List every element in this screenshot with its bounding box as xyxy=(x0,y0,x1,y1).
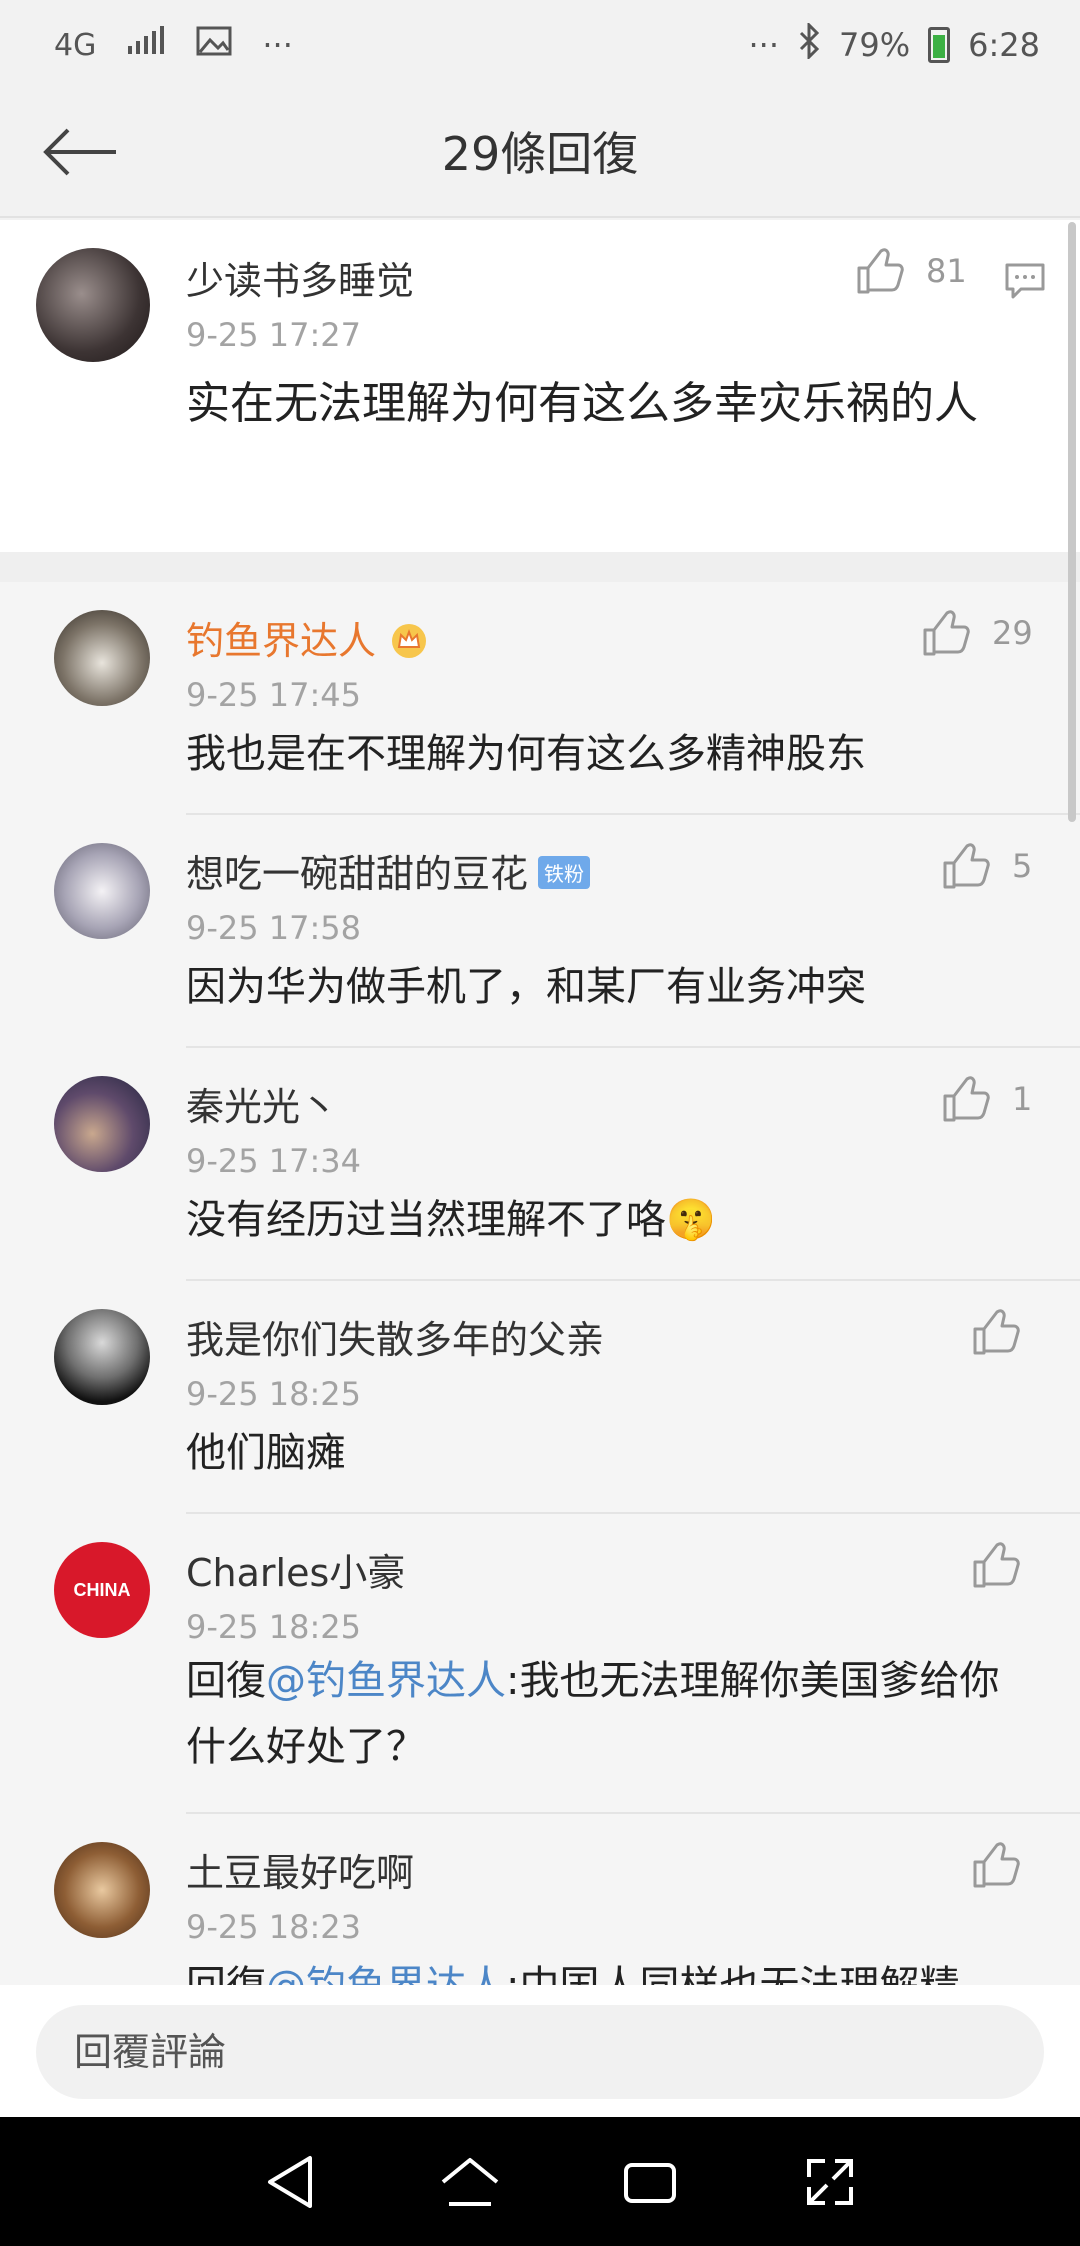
list-item[interactable]: 土豆最好吃啊 9-25 18:23 回復@钓鱼界达人:中国人同样也无法理解精 xyxy=(0,1814,1080,1985)
reply-time: 9-25 18:25 xyxy=(186,1608,362,1646)
nav-recents-button[interactable] xyxy=(605,2137,695,2227)
reply-text: 回復@钓鱼界达人:中国人同样也无法理解精 xyxy=(186,1948,1026,1985)
reply-prefix: 回復 xyxy=(186,1963,266,1985)
list-item[interactable]: CHINA Charles小豪 9-25 18:25 回復@钓鱼界达人:我也无法… xyxy=(0,1514,1080,1814)
more-status-icon: ··· xyxy=(748,26,780,64)
reply-text: 没有经历过当然理解不了咯🤫 xyxy=(186,1197,716,1243)
battery-icon xyxy=(928,27,951,63)
bluetooth-icon xyxy=(797,21,821,67)
system-nav-bar xyxy=(0,2117,1080,2246)
avatar[interactable] xyxy=(54,843,150,939)
reply-time: 9-25 18:25 xyxy=(186,1375,362,1413)
more-notifications-icon: ··· xyxy=(262,26,293,64)
reply-username[interactable]: 秦光光丶 xyxy=(186,1076,338,1131)
reply-list: 钓鱼界达人 9-25 17:45 我也是在不理解为何有这么多精神股东 29 想吃… xyxy=(0,582,1080,1985)
reply-body: :中国人同样也无法理解精 xyxy=(506,1963,959,1985)
reply-text: 我也是在不理解为何有这么多精神股东 xyxy=(186,731,866,777)
section-divider xyxy=(0,552,1080,582)
reply-text: 他们脑瘫 xyxy=(186,1430,346,1476)
thumbs-up-icon xyxy=(922,610,970,656)
main-comment: 少读书多睡觉 9-25 17:27 实在无法理解为何有这么多幸灾乐祸的人 81 xyxy=(0,220,1080,552)
thumbs-up-icon xyxy=(942,843,990,889)
network-indicator: 4G xyxy=(54,27,97,63)
thumbs-up-icon xyxy=(856,248,904,294)
comment-username[interactable]: 少读书多睡觉 xyxy=(186,250,414,305)
like-count: 29 xyxy=(992,614,1033,652)
like-button[interactable]: 29 xyxy=(922,610,1033,656)
list-item[interactable]: 秦光光丶 9-25 17:34 没有经历过当然理解不了咯🤫 1 xyxy=(0,1048,1080,1281)
avatar[interactable] xyxy=(54,1842,150,1938)
list-item[interactable]: 想吃一碗甜甜的豆花 铁粉 9-25 17:58 因为华为做手机了，和某厂有业务冲突… xyxy=(0,815,1080,1048)
nav-back-button[interactable] xyxy=(245,2137,335,2227)
like-count: 1 xyxy=(1012,1080,1033,1118)
clock: 6:28 xyxy=(968,26,1040,64)
avatar-text: CHINA xyxy=(73,1579,131,1600)
avatar[interactable] xyxy=(54,1309,150,1405)
reply-text: 回復@钓鱼界达人:我也无法理解你美国爹给你什么好处了？ xyxy=(186,1648,1026,1780)
mention-link[interactable]: @钓鱼界达人 xyxy=(266,1658,506,1704)
reply-username[interactable]: Charles小豪 xyxy=(186,1542,405,1597)
thumbs-up-icon xyxy=(942,1076,990,1122)
comment-text: 实在无法理解为何有这么多幸灾乐祸的人 xyxy=(186,378,978,429)
reply-time: 9-25 17:34 xyxy=(186,1142,362,1180)
reply-input-bar xyxy=(0,1985,1080,2117)
list-item[interactable]: 钓鱼界达人 9-25 17:45 我也是在不理解为何有这么多精神股东 29 xyxy=(0,582,1080,815)
avatar[interactable] xyxy=(54,610,150,706)
avatar[interactable] xyxy=(54,1076,150,1172)
reply-prefix: 回復 xyxy=(186,1658,266,1704)
fan-badge: 铁粉 xyxy=(538,856,591,889)
nav-home-button[interactable] xyxy=(425,2137,515,2227)
status-bar: 4G ··· ··· 79% 6:28 xyxy=(0,0,1080,90)
comment-thread[interactable]: 少读书多睡觉 9-25 17:27 实在无法理解为何有这么多幸灾乐祸的人 81 … xyxy=(0,220,1080,1985)
mention-link[interactable]: @钓鱼界达人 xyxy=(266,1963,506,1985)
avatar[interactable]: CHINA xyxy=(54,1542,150,1638)
like-button[interactable] xyxy=(972,1842,1020,1888)
triangle-back-icon xyxy=(268,2155,312,2208)
like-button[interactable] xyxy=(972,1542,1020,1588)
like-count: 5 xyxy=(1012,847,1033,885)
reply-username[interactable]: 土豆最好吃啊 xyxy=(186,1842,414,1897)
recents-icon xyxy=(624,2162,676,2203)
battery-percent: 79% xyxy=(839,26,911,64)
reply-username-text: 钓鱼界达人 xyxy=(186,619,377,663)
reply-username-text: 想吃一碗甜甜的豆花 xyxy=(186,852,529,896)
reply-username[interactable]: 我是你们失散多年的父亲 xyxy=(186,1309,604,1364)
reply-username[interactable]: 想吃一碗甜甜的豆花 铁粉 xyxy=(186,843,591,898)
list-item[interactable]: 我是你们失散多年的父亲 9-25 18:25 他们脑瘫 xyxy=(0,1281,1080,1514)
like-button[interactable]: 5 xyxy=(942,843,1032,889)
reply-time: 9-25 17:58 xyxy=(186,909,362,947)
page-title: 29條回復 xyxy=(441,127,639,181)
like-button[interactable]: 1 xyxy=(942,1076,1032,1122)
thumbs-up-icon xyxy=(972,1542,1020,1588)
reply-time: 9-25 17:45 xyxy=(186,676,362,714)
comment-icon[interactable] xyxy=(1004,262,1046,306)
thumbs-up-icon xyxy=(972,1309,1020,1355)
image-icon xyxy=(196,26,232,64)
like-count: 81 xyxy=(926,252,967,290)
reply-input[interactable] xyxy=(36,2005,1044,2099)
crown-icon xyxy=(390,622,428,660)
signal-icon xyxy=(126,26,166,64)
scrollbar[interactable] xyxy=(1068,222,1076,822)
reply-text: 因为华为做手机了，和某厂有业务冲突 xyxy=(186,964,866,1010)
avatar[interactable] xyxy=(36,248,150,362)
reply-username[interactable]: 钓鱼界达人 xyxy=(186,610,428,665)
expand-icon xyxy=(807,2158,853,2205)
home-icon xyxy=(441,2157,499,2206)
thumbs-up-icon xyxy=(972,1842,1020,1888)
like-button[interactable] xyxy=(972,1309,1020,1355)
like-button[interactable]: 81 xyxy=(856,248,967,294)
reply-time: 9-25 18:23 xyxy=(186,1908,362,1946)
nav-expand-button[interactable] xyxy=(785,2137,875,2227)
app-bar: 29條回復 xyxy=(0,90,1080,218)
comment-time: 9-25 17:27 xyxy=(186,316,362,354)
